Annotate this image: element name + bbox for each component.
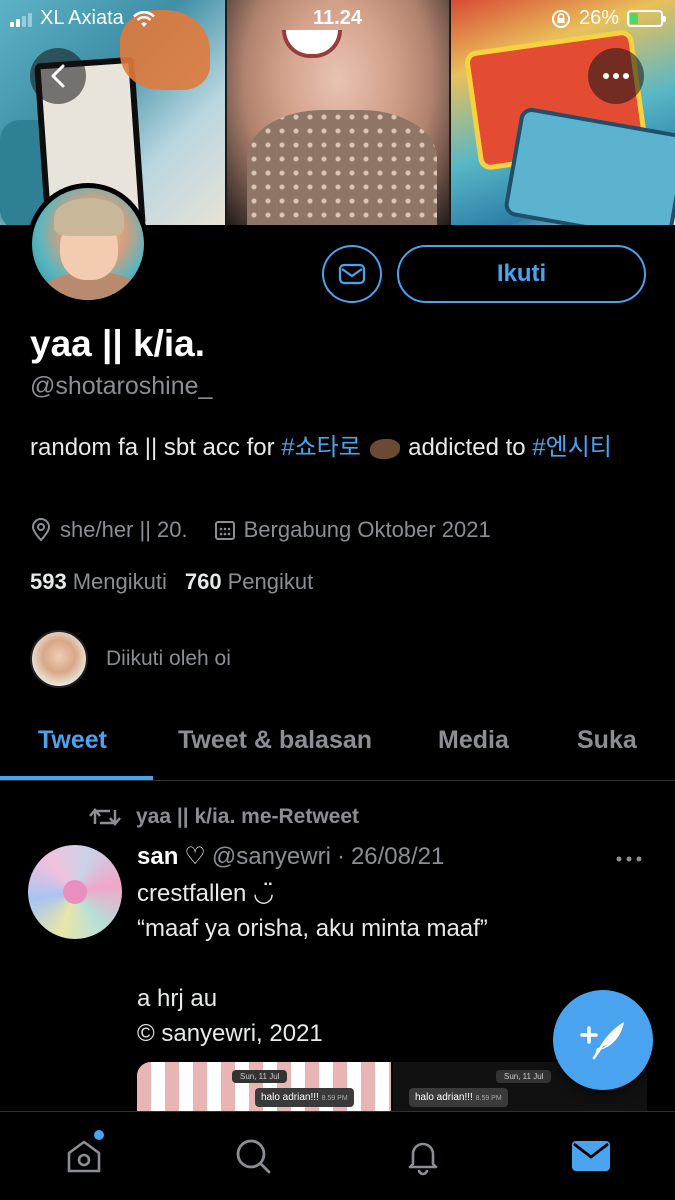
tweet-author-avatar[interactable] — [28, 845, 122, 939]
tab-tweet-replies[interactable]: Tweet & balasan — [178, 726, 372, 755]
back-button[interactable] — [30, 48, 86, 104]
tweet-author-handle[interactable]: @sanyewri — [212, 843, 331, 871]
nav-search[interactable] — [231, 1134, 275, 1178]
active-tab-indicator — [0, 776, 153, 780]
follower-avatar — [30, 630, 88, 688]
hashtag-link[interactable]: #쇼타로 — [281, 434, 361, 461]
following-link[interactable]: 593 Mengikuti — [30, 569, 167, 595]
status-bar: XL Axiata 11.24 26% — [0, 0, 675, 38]
tweet-date: 26/08/21 — [350, 842, 445, 870]
retweet-indicator: yaa || k/ia. me-Retweet — [88, 804, 359, 830]
profile-tabs: Tweet Tweet & balasan Media Suka — [0, 708, 675, 781]
date-chip: Sun, 11 Jul — [232, 1070, 288, 1083]
battery-percent: 26% — [578, 7, 619, 29]
profile-bio: random fa || sbt acc for #쇼타로 addicted t… — [30, 430, 650, 466]
follow-button[interactable]: Ikuti — [397, 245, 646, 303]
nav-home[interactable] — [62, 1134, 106, 1178]
profile-location: she/her || 20. — [60, 517, 188, 542]
home-icon — [67, 1140, 101, 1173]
chat-bubble: halo adrian!!! 8.59 PM — [255, 1088, 354, 1107]
compose-feather-icon — [580, 1022, 624, 1060]
rotation-lock-icon — [551, 9, 570, 28]
battery-icon — [627, 10, 666, 27]
profile-joined: Bergabung Oktober 2021 — [243, 517, 491, 542]
retweet-icon — [89, 808, 121, 826]
mail-icon — [338, 263, 366, 285]
tweet-author-name[interactable]: san — [137, 843, 178, 871]
message-button[interactable] — [322, 245, 382, 303]
profile-avatar[interactable] — [27, 183, 149, 305]
tab-likes[interactable]: Suka — [577, 726, 637, 755]
mail-icon — [572, 1141, 610, 1171]
heart-icon: ♡ — [184, 843, 206, 870]
followed-by[interactable]: Diikuti oleh oi — [30, 630, 231, 688]
profile-meta: she/her || 20. Bergabung Oktober 2021 — [30, 517, 517, 543]
retweet-text: yaa || k/ia. me-Retweet — [136, 805, 360, 828]
nav-messages[interactable] — [569, 1134, 613, 1178]
search-icon — [236, 1139, 271, 1174]
followers-link[interactable]: 760 Pengikut — [185, 569, 313, 595]
follow-counts: 593 Mengikuti 760 Pengikut — [30, 569, 313, 595]
profile-name: yaa || k/ia. — [30, 323, 205, 364]
tab-media[interactable]: Media — [438, 726, 509, 755]
tweet-image-1[interactable]: Sun, 11 Jul halo adrian!!! 8.59 PM — [137, 1062, 391, 1112]
date-chip: Sun, 11 Jul — [496, 1070, 552, 1083]
chat-bubble: halo adrian!!! 8.59 PM — [409, 1088, 508, 1107]
notification-dot — [94, 1130, 104, 1140]
compose-tweet-button[interactable] — [553, 990, 653, 1090]
followed-by-text: Diikuti oleh oi — [106, 647, 231, 670]
more-horizontal-icon — [616, 856, 642, 862]
chevron-left-icon — [51, 64, 65, 88]
nav-notifications[interactable] — [401, 1134, 445, 1178]
profile-handle: @shotaroshine_ — [30, 372, 213, 400]
more-horizontal-icon — [603, 73, 629, 79]
more-options-button[interactable] — [588, 48, 644, 104]
calendar-icon — [214, 521, 235, 540]
tweet-header: san ♡ @sanyewri · 26/08/21 — [137, 842, 444, 871]
tab-tweet[interactable]: Tweet — [38, 726, 107, 755]
bottom-navigation — [0, 1111, 675, 1200]
bio-text: addicted to — [401, 434, 533, 461]
tweet-separator: · — [336, 842, 345, 870]
otter-emoji-icon — [369, 438, 400, 459]
hashtag-link[interactable]: #엔시티 — [532, 434, 612, 461]
tweet-more-button[interactable] — [616, 842, 642, 870]
location-pin-icon — [31, 518, 51, 542]
bell-icon — [408, 1142, 438, 1176]
bio-text: random fa || sbt acc for — [30, 434, 282, 461]
